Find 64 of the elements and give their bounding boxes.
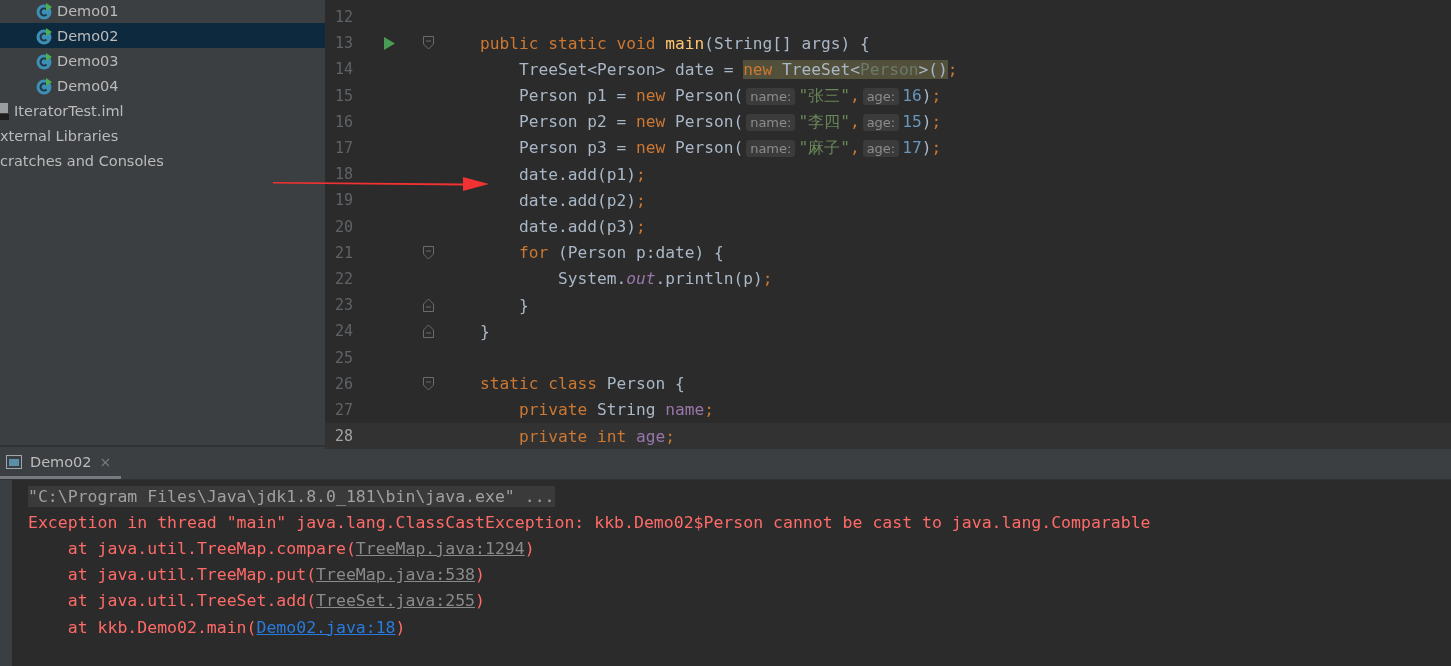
line-number: 27	[333, 400, 353, 419]
line-number: 20	[333, 217, 353, 236]
line-number: 18	[333, 165, 353, 184]
line-number: 13	[333, 34, 353, 53]
line-number: 15	[333, 86, 353, 105]
stack-trace-text: at java.util.TreeSet.add(	[66, 591, 317, 611]
tree-item[interactable]: Demo01	[0, 0, 325, 23]
console-icon	[6, 454, 22, 469]
stack-trace-text: )	[524, 538, 535, 558]
module-file-icon	[0, 100, 10, 121]
class-icon	[35, 76, 53, 95]
code-line: Person p3 = new Person( name: "麻子", age: 17);	[517, 137, 942, 160]
tree-item[interactable]: cratches and Consoles	[0, 148, 325, 173]
code-line: Person p2 = new Person( name: "李四", age: 15);	[517, 110, 942, 133]
code-line: TreeSet<Person> date = new TreeSet<Person>();	[517, 59, 958, 79]
stack-trace-text: at java.util.TreeMap.put(	[66, 565, 317, 585]
stack-trace-text: at java.util.TreeMap.compare(	[66, 538, 356, 558]
line-number: 21	[333, 243, 353, 262]
stack-trace-text: )	[475, 591, 485, 611]
tree-item[interactable]: xternal Libraries	[0, 123, 325, 148]
fold-icon[interactable]	[423, 376, 434, 391]
code-line: }	[478, 321, 490, 341]
tree-item[interactable]: Demo04	[0, 73, 325, 98]
source-link[interactable]: Demo02.java:18	[256, 617, 396, 637]
fold-icon[interactable]	[423, 324, 434, 339]
class-icon	[35, 51, 53, 70]
line-number: 17	[333, 139, 353, 158]
code-line: Person p1 = new Person( name: "张三", age: 16);	[517, 84, 942, 107]
line-number: 12	[333, 8, 353, 27]
fold-icon[interactable]	[423, 245, 434, 260]
tree-item[interactable]: Demo02	[0, 23, 325, 48]
line-number: 19	[333, 191, 353, 210]
line-number: 25	[333, 348, 353, 367]
source-link[interactable]: TreeSet.java:255	[316, 591, 476, 611]
line-number: 23	[333, 296, 353, 315]
code-line: System.out.println(p);	[556, 269, 773, 289]
tree-item[interactable]: Demo03	[0, 48, 325, 73]
class-icon	[35, 1, 53, 20]
line-number: 28	[333, 427, 353, 446]
source-link[interactable]: TreeMap.java:538	[316, 565, 476, 585]
tree-item[interactable]: IteratorTest.iml	[0, 98, 325, 123]
code-line: for (Person p:date) {	[517, 243, 724, 263]
source-link[interactable]: TreeMap.java:1294	[355, 538, 525, 558]
code-line: }	[517, 295, 529, 315]
code-line: date.add(p3);	[517, 217, 646, 237]
line-number: 22	[333, 269, 353, 288]
line-number: 26	[333, 374, 353, 393]
code-line: date.add(p1);	[517, 164, 646, 184]
error-message: Exception in thread "main" java.lang.ClassCastException: kkb.Demo02$Person cannot be cast to java.lang.Comparable	[28, 512, 1151, 532]
run-icon[interactable]	[384, 36, 395, 50]
code-line: private int age;	[517, 426, 675, 446]
class-icon	[35, 26, 53, 45]
stack-trace-text: )	[475, 565, 485, 585]
code-line: static class Person {	[478, 374, 685, 394]
code-line: private String name;	[517, 400, 714, 420]
code-line: public static void main(String[] args) {	[478, 33, 870, 53]
fold-icon[interactable]	[423, 36, 434, 51]
line-number: 24	[333, 322, 353, 341]
line-number: 16	[333, 112, 353, 131]
fold-icon[interactable]	[423, 298, 434, 313]
stack-trace-text: at kkb.Demo02.main(	[66, 617, 257, 637]
line-number: 14	[333, 60, 353, 79]
stack-trace-text: )	[395, 617, 406, 637]
code-line: date.add(p2);	[517, 190, 646, 210]
